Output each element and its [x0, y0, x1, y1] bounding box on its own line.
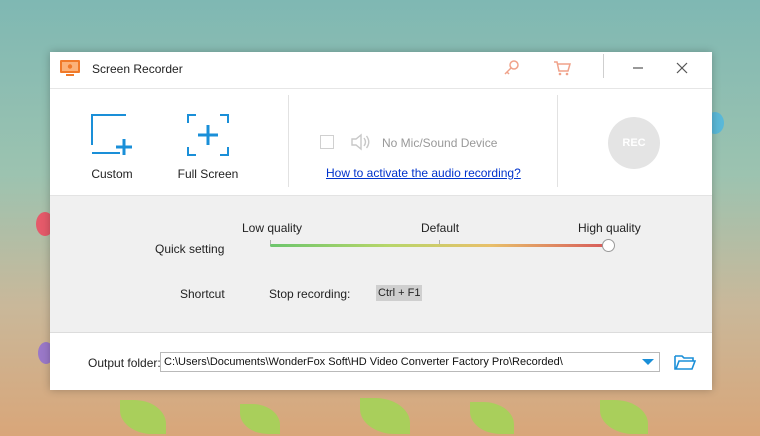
- audio-checkbox[interactable]: [320, 135, 334, 149]
- close-icon[interactable]: [672, 58, 692, 78]
- background-leaf: [120, 400, 166, 434]
- background-leaf: [600, 400, 648, 434]
- quality-level-low: Low quality: [242, 221, 303, 235]
- background-leaf: [360, 398, 410, 434]
- toolbar-divider: [557, 95, 558, 187]
- rec-button[interactable]: REC: [608, 117, 660, 169]
- toolbar-divider: [288, 95, 289, 187]
- output-folder-label: Output folder:: [88, 356, 161, 370]
- speaker-icon: [351, 133, 370, 151]
- audio-help-link[interactable]: How to activate the audio recording?: [326, 166, 521, 180]
- output-folder-path: C:\Users\Documents\WonderFox Soft\HD Vid…: [164, 356, 563, 368]
- stop-recording-hotkey[interactable]: Ctrl + F1: [376, 285, 423, 301]
- quick-setting-label: Quick setting: [155, 242, 225, 256]
- cart-icon[interactable]: [552, 58, 572, 78]
- title-bar-divider: [603, 54, 604, 78]
- minimize-icon[interactable]: [628, 58, 648, 78]
- shortcut-label: Shortcut: [180, 287, 225, 301]
- background-leaf: [240, 404, 280, 434]
- quality-slider-track[interactable]: [270, 244, 608, 247]
- output-folder-field[interactable]: C:\Users\Documents\WonderFox Soft\HD Vid…: [160, 352, 660, 372]
- window-title: Screen Recorder: [92, 62, 183, 76]
- full-screen-icon: [187, 114, 229, 156]
- stop-recording-label: Stop recording:: [269, 287, 351, 301]
- settings-panel: Low quality Default High quality Quick s…: [50, 196, 712, 333]
- custom-mode-button[interactable]: Custom: [62, 89, 162, 195]
- open-folder-icon[interactable]: [674, 353, 696, 371]
- chevron-down-icon[interactable]: [641, 356, 655, 368]
- recording-toolbar: Custom Full Screen No Mic/Sound Device H…: [50, 89, 712, 196]
- quality-level-high: High quality: [578, 221, 641, 235]
- monitor-app-icon: [60, 60, 80, 76]
- audio-device-status: No Mic/Sound Device: [382, 136, 498, 150]
- quality-slider-thumb[interactable]: [602, 239, 615, 252]
- custom-region-icon: [91, 114, 132, 155]
- key-icon[interactable]: [502, 58, 522, 78]
- full-screen-mode-button[interactable]: Full Screen: [158, 89, 258, 195]
- title-bar: Screen Recorder: [50, 52, 712, 89]
- custom-mode-label: Custom: [91, 167, 133, 181]
- output-folder-section: Output folder: C:\Users\Documents\Wonder…: [50, 333, 712, 390]
- background-leaf: [470, 402, 514, 434]
- screen-recorder-window: Screen Recorder Custom Full Screen No Mi…: [50, 52, 712, 390]
- quality-level-default: Default: [421, 221, 460, 235]
- full-screen-mode-label: Full Screen: [177, 167, 239, 181]
